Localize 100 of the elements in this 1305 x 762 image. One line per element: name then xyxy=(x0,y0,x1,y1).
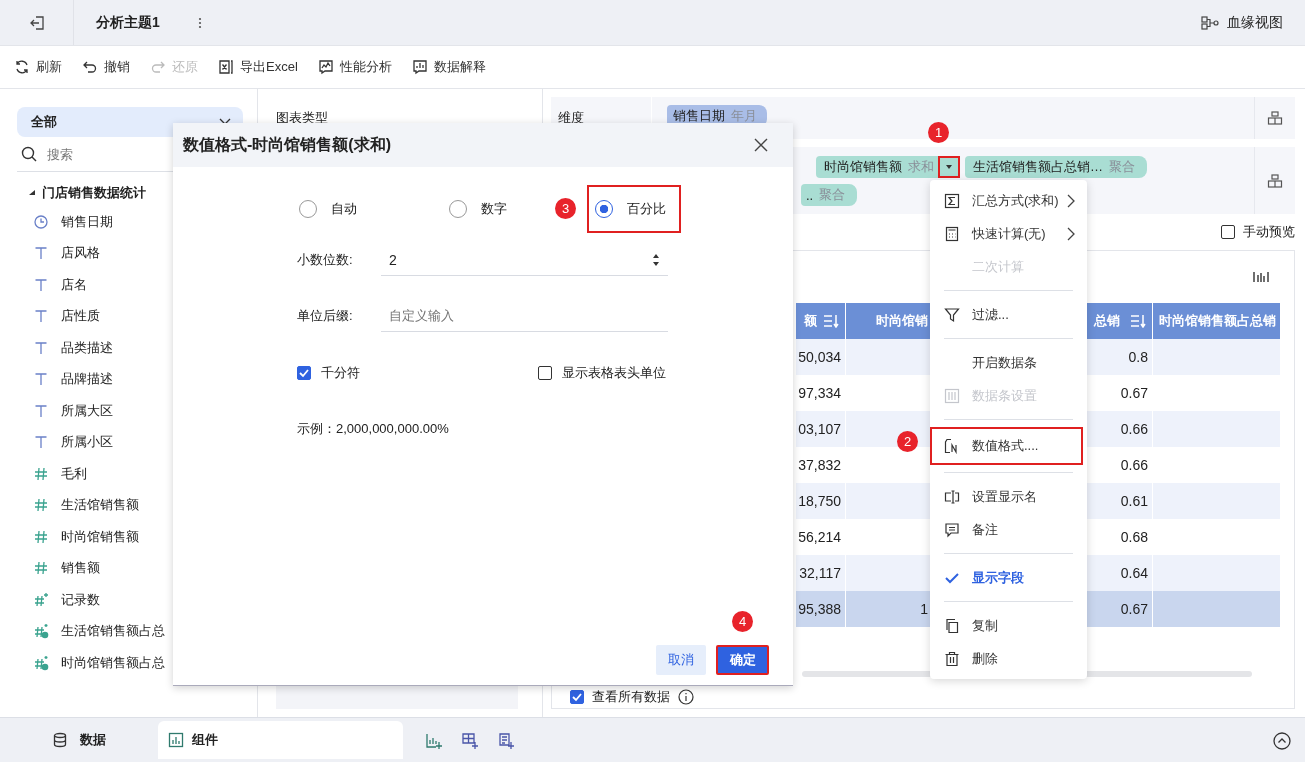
rename-icon xyxy=(944,488,960,505)
toolbar-button[interactable]: 数据解释 xyxy=(411,55,486,79)
field-item[interactable]: 所属小区 xyxy=(61,433,113,452)
menu-item[interactable]: 快速计算(无) xyxy=(972,224,1067,243)
radio-button[interactable] xyxy=(595,200,613,218)
confirm-button[interactable]: 确定 xyxy=(716,645,769,675)
measure-chip[interactable]: 生活馆销售额占总销… 聚合 xyxy=(965,156,1147,178)
menu-item[interactable]: 设置显示名 xyxy=(972,487,1075,506)
collapse-icon[interactable] xyxy=(1273,732,1291,750)
menu-item[interactable]: 备注 xyxy=(972,520,1075,539)
decimals-field[interactable]: 2 xyxy=(389,251,397,268)
bottom-tab[interactable]: 数据 xyxy=(0,721,158,759)
triangle-icon xyxy=(28,189,36,197)
field-item[interactable]: 时尚馆销售额 xyxy=(61,527,139,546)
radio-button[interactable] xyxy=(449,200,467,218)
bottom-tab[interactable]: 组件 xyxy=(158,721,403,759)
checkbox-label[interactable]: 查看所有数据 xyxy=(592,688,670,706)
cancel-button[interactable]: 取消 xyxy=(656,645,706,675)
table-cell: 1 xyxy=(920,601,928,617)
undo-icon xyxy=(82,59,98,75)
text-type-icon xyxy=(33,371,49,388)
checkbox[interactable] xyxy=(297,366,311,380)
field-item[interactable]: 记录数 xyxy=(61,590,100,609)
spinner-icon[interactable] xyxy=(652,252,660,267)
table-cell: 97,334 xyxy=(798,385,841,401)
lineage-icon xyxy=(1201,15,1219,30)
number-format-icon xyxy=(944,438,960,454)
chart-icon xyxy=(168,732,184,748)
menu-item[interactable]: 复制 xyxy=(972,616,1075,635)
table-cell: 95,388 xyxy=(798,601,841,617)
field-item[interactable]: 时尚馆销售额占总 xyxy=(61,653,165,672)
tree-group[interactable]: 门店销售数据统计 xyxy=(17,180,146,206)
table-cell: 0.66 xyxy=(1120,421,1148,437)
close-icon[interactable] xyxy=(754,138,768,152)
structure-icon[interactable] xyxy=(1267,172,1283,189)
table-cell: 0.67 xyxy=(1120,601,1148,617)
table-cell: 0.61 xyxy=(1120,493,1148,509)
field-item[interactable]: 所属大区 xyxy=(61,401,113,420)
lineage-view-button[interactable]: 血缘视图 xyxy=(1201,9,1283,36)
structure-icon[interactable] xyxy=(1267,110,1283,126)
checkbox[interactable] xyxy=(538,366,552,380)
dropdown-caret[interactable] xyxy=(938,156,960,178)
text-type-icon xyxy=(33,245,49,262)
menu-item[interactable]: 过滤... xyxy=(972,305,1075,324)
field-item[interactable]: 店名 xyxy=(61,275,87,294)
table-cell: 0.67 xyxy=(1120,385,1148,401)
hash-plus-icon xyxy=(33,591,49,608)
table-cell: 0.64 xyxy=(1120,565,1148,581)
field-item[interactable]: 毛利 xyxy=(61,464,87,483)
field-item[interactable]: 生活馆销售额占总 xyxy=(61,622,165,641)
info-icon[interactable] xyxy=(678,689,694,705)
field-item[interactable]: 品牌描述 xyxy=(61,370,113,389)
message-chart-icon xyxy=(411,59,428,75)
text-type-icon xyxy=(33,339,49,356)
hash-icon xyxy=(33,465,49,482)
field-item[interactable]: 生活馆销售额 xyxy=(61,496,139,515)
sort-icon[interactable] xyxy=(1130,314,1146,328)
add-table-icon[interactable] xyxy=(461,732,479,750)
text-type-icon xyxy=(33,402,49,419)
more-icon[interactable] xyxy=(197,16,202,29)
field-item[interactable]: 店风格 xyxy=(61,244,100,263)
menu-item[interactable]: 汇总方式(求和) xyxy=(972,191,1067,210)
checkbox-label[interactable]: 千分符 xyxy=(321,364,360,382)
field-item[interactable]: 销售额 xyxy=(61,559,100,578)
sigma-icon xyxy=(944,192,960,209)
hash-icon xyxy=(33,528,49,545)
toolbar-button[interactable]: 撤销 xyxy=(82,55,130,79)
toolbar-button[interactable]: 刷新 xyxy=(14,55,62,79)
radio-button[interactable] xyxy=(299,200,317,218)
formula-icon xyxy=(33,654,49,671)
table-cell: 0.68 xyxy=(1120,529,1148,545)
checkbox[interactable] xyxy=(570,690,584,704)
measure-chip[interactable]: .. 聚合 xyxy=(801,184,858,206)
menu-item[interactable]: 显示字段 xyxy=(972,568,1075,587)
exit-icon[interactable] xyxy=(28,14,45,31)
clock-icon xyxy=(33,213,49,230)
table-cell: 0.66 xyxy=(1120,457,1148,473)
checkbox[interactable] xyxy=(1221,225,1235,239)
note-icon xyxy=(944,521,960,538)
radio-label[interactable]: 百分比 xyxy=(627,200,666,218)
table-cell: 37,832 xyxy=(798,457,841,473)
filter-icon xyxy=(944,306,960,323)
radio-label[interactable]: 数字 xyxy=(481,200,507,218)
field-item[interactable]: 店性质 xyxy=(61,307,100,326)
field-item[interactable]: 销售日期 xyxy=(61,212,113,231)
checkbox-label[interactable]: 显示表格表头单位 xyxy=(562,364,666,382)
checkbox-label[interactable]: 手动预览 xyxy=(1243,223,1295,241)
chart-type-label: 图表类型 xyxy=(276,109,328,127)
add-text-icon[interactable] xyxy=(497,732,515,750)
chart-icon[interactable] xyxy=(1253,270,1269,284)
toolbar-button[interactable]: 性能分析 xyxy=(317,55,392,79)
menu-item[interactable]: 开启数据条 xyxy=(972,353,1075,372)
text-type-icon xyxy=(33,308,49,325)
sort-icon[interactable] xyxy=(823,314,839,328)
field-item[interactable]: 品类描述 xyxy=(61,338,113,357)
measure-chip[interactable]: 时尚馆销售额 求和 xyxy=(816,156,938,178)
toolbar-button[interactable]: 导出Excel xyxy=(218,55,298,79)
radio-label[interactable]: 自动 xyxy=(331,200,357,218)
add-chart-icon[interactable] xyxy=(425,732,443,750)
menu-item[interactable]: 删除 xyxy=(972,649,1075,668)
